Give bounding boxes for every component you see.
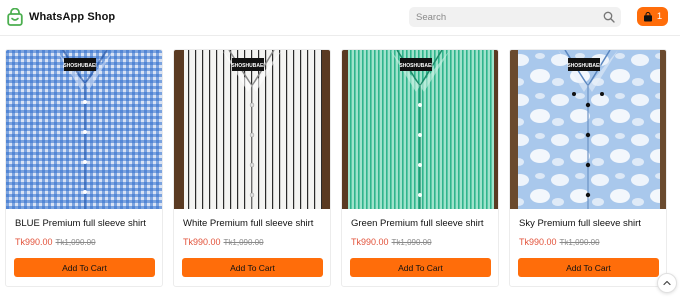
current-price: Tk990.00	[15, 237, 53, 247]
product-card[interactable]: SHOSHUBAEI White Premium full sleeve shi…	[173, 49, 331, 287]
search-bar[interactable]	[409, 7, 621, 27]
product-grid: SHOSHUBAEI BLUE Premium full sleeve shir…	[5, 49, 675, 289]
search-input[interactable]	[409, 7, 599, 27]
product-title[interactable]: Green Premium full sleeve shirt	[351, 218, 484, 229]
old-price: Tk1,090.00	[391, 238, 432, 247]
add-to-cart-button[interactable]: Add To Cart	[350, 258, 491, 277]
add-to-cart-button[interactable]: Add To Cart	[518, 258, 659, 277]
old-price: Tk1,090.00	[55, 238, 96, 247]
product-image[interactable]: SHOSHUBAEI	[6, 50, 163, 209]
brand-logo[interactable]: WhatsApp Shop	[7, 8, 115, 26]
add-to-cart-button[interactable]: Add To Cart	[182, 258, 323, 277]
chevron-up-icon	[663, 280, 671, 286]
product-tag: SHOSHUBAEI	[63, 63, 97, 69]
product-tag: SHOSHUBAEI	[231, 63, 265, 69]
price-row: Tk990.00 Tk1,090.00	[519, 237, 600, 247]
scroll-to-top-button[interactable]	[657, 273, 677, 293]
shopping-bag-icon	[7, 8, 23, 26]
product-image[interactable]: SHOSHUBAEI	[174, 50, 331, 209]
current-price: Tk990.00	[351, 237, 389, 247]
product-card[interactable]: SHOSHUBAEI Green Premium full sleeve shi…	[341, 49, 499, 287]
top-header: WhatsApp Shop 1	[0, 0, 680, 36]
product-image[interactable]: SHOSHUBAEI	[510, 50, 667, 209]
price-row: Tk990.00 Tk1,090.00	[351, 237, 432, 247]
product-image[interactable]: SHOSHUBAEI	[342, 50, 499, 209]
price-row: Tk990.00 Tk1,090.00	[183, 237, 264, 247]
current-price: Tk990.00	[183, 237, 221, 247]
old-price: Tk1,090.00	[223, 238, 264, 247]
current-price: Tk990.00	[519, 237, 557, 247]
old-price: Tk1,090.00	[559, 238, 600, 247]
product-tag: SHOSHUBAEI	[399, 63, 433, 69]
brand-name: WhatsApp Shop	[29, 11, 116, 23]
product-card[interactable]: SHOSHUBAEI Sky Premium full sleeve shirt…	[509, 49, 667, 287]
product-title[interactable]: Sky Premium full sleeve shirt	[519, 218, 641, 229]
product-title[interactable]: White Premium full sleeve shirt	[183, 218, 313, 229]
product-tag: SHOSHUBAEI	[567, 63, 601, 69]
product-title[interactable]: BLUE Premium full sleeve shirt	[15, 218, 146, 229]
cart-count: 1	[656, 11, 663, 22]
price-row: Tk990.00 Tk1,090.00	[15, 237, 96, 247]
shopping-bag-icon	[643, 11, 652, 21]
cart-button[interactable]: 1	[637, 7, 668, 26]
add-to-cart-button[interactable]: Add To Cart	[14, 258, 155, 277]
product-card[interactable]: SHOSHUBAEI BLUE Premium full sleeve shir…	[5, 49, 163, 287]
search-icon[interactable]	[603, 11, 615, 23]
